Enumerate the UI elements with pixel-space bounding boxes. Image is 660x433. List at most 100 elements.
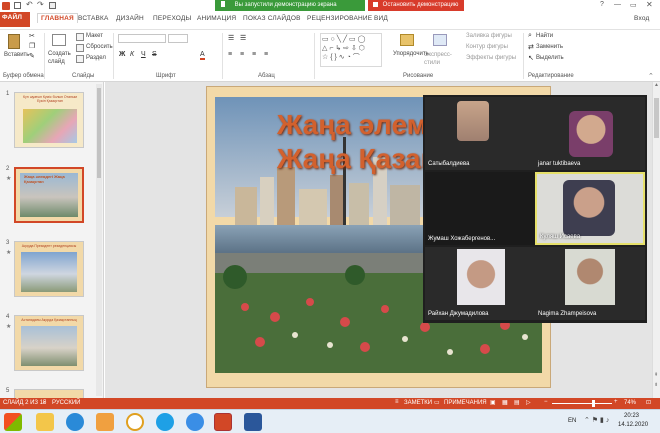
tab-animation[interactable]: АНИМАЦИЯ bbox=[197, 15, 236, 22]
new-slide-label[interactable]: Создать слайд bbox=[48, 50, 74, 66]
stop-share-button[interactable]: Остановить демонстрацию bbox=[368, 0, 464, 11]
new-slide-icon[interactable] bbox=[52, 34, 66, 46]
scroll-up-icon[interactable]: ▲ bbox=[654, 82, 659, 88]
copy-icon[interactable]: ❐ bbox=[29, 42, 35, 50]
zoom-slider-thumb[interactable] bbox=[592, 400, 595, 407]
strikethrough-icon[interactable]: S bbox=[152, 51, 157, 58]
format-painter-icon[interactable]: ✎ bbox=[29, 52, 35, 60]
fit-slide-icon[interactable]: ⊡ bbox=[646, 399, 651, 406]
cut-icon[interactable]: ✂ bbox=[29, 32, 35, 40]
app-icon[interactable] bbox=[126, 413, 144, 431]
next-slide-icon[interactable]: ⇟ bbox=[654, 382, 658, 388]
tab-review[interactable]: РЕЦЕНЗИРОВАНИЕ bbox=[307, 15, 372, 22]
paste-icon[interactable] bbox=[8, 34, 20, 49]
tab-view[interactable]: ВИД bbox=[374, 15, 388, 22]
skype-icon[interactable] bbox=[156, 413, 174, 431]
minimize-icon[interactable]: — bbox=[614, 1, 621, 8]
collapse-ribbon-icon[interactable]: ⌃ bbox=[648, 72, 654, 80]
paste-button-label[interactable]: Вставить bbox=[4, 52, 29, 58]
thumbnails-scrollbar[interactable] bbox=[96, 84, 102, 396]
quick-styles-icon[interactable] bbox=[433, 34, 447, 46]
find-button[interactable]: Найти bbox=[536, 33, 553, 39]
normal-view-icon[interactable]: ▣ bbox=[490, 399, 496, 406]
tab-transitions[interactable]: ПЕРЕХОДЫ bbox=[153, 15, 191, 22]
start-button-icon[interactable] bbox=[4, 413, 22, 431]
zoom-in-icon[interactable]: + bbox=[614, 399, 618, 405]
canvas-scrollbar-thumb[interactable] bbox=[654, 98, 659, 138]
scrollbar-thumb[interactable] bbox=[97, 88, 101, 178]
slideshow-view-icon[interactable]: ▷ bbox=[526, 399, 531, 406]
align-left-icon[interactable]: ≡ bbox=[228, 51, 232, 58]
canvas-scrollbar[interactable]: ▲ ⇞ ⇟ bbox=[652, 82, 660, 398]
file-explorer-icon[interactable] bbox=[36, 413, 54, 431]
align-right-icon[interactable]: ≡ bbox=[252, 51, 256, 58]
bold-icon[interactable]: Ж bbox=[119, 51, 125, 58]
font-size-input[interactable] bbox=[168, 34, 188, 43]
font-color-icon[interactable]: A bbox=[200, 51, 205, 60]
slideshow-start-icon[interactable] bbox=[49, 2, 56, 9]
undo-icon[interactable]: ↶ bbox=[26, 0, 33, 9]
sorter-view-icon[interactable]: ▦ bbox=[502, 399, 508, 406]
tab-home[interactable]: ГЛАВНАЯ bbox=[37, 13, 78, 23]
shapes-gallery[interactable]: ▭ ○ ╲ ╱ ▭ ◯ △ ⌐ ↳ ⇨ ⇩ ⬡ ☆ { } ∿ ◔ ⌒ bbox=[320, 33, 382, 67]
tab-slideshow[interactable]: ПОКАЗ СЛАЙДОВ bbox=[243, 15, 301, 22]
numbering-icon[interactable]: ☰ bbox=[240, 34, 246, 42]
slide-thumbnail-4[interactable]: Астанадағы Ақорда Қазақстанның bbox=[14, 315, 84, 371]
language-indicator[interactable]: РУССКИЙ bbox=[52, 400, 80, 406]
spellcheck-icon[interactable]: ✓ bbox=[42, 399, 47, 406]
slide-title-line-1: Жаңа әлемд bbox=[277, 109, 446, 140]
notes-button[interactable]: ЗАМЕТКИ bbox=[404, 400, 432, 406]
slide-thumbnail-1[interactable]: Күн шуағын Күміс болып Отаным Еркін Қаза… bbox=[14, 92, 84, 148]
quick-styles-label[interactable]: Экспресс-стили bbox=[424, 51, 454, 67]
layout-button[interactable]: Макет bbox=[86, 33, 103, 39]
save-icon[interactable] bbox=[14, 2, 21, 9]
select-button[interactable]: Выделить bbox=[536, 55, 564, 61]
slide-thumbnail-3[interactable]: Ақорда Президент резиденциясы bbox=[14, 241, 84, 297]
comments-button[interactable]: ПРИМЕЧАНИЯ bbox=[444, 400, 487, 406]
media-player-icon[interactable] bbox=[96, 413, 114, 431]
powerpoint-taskbar-icon[interactable] bbox=[214, 413, 232, 431]
close-icon[interactable]: ✕ bbox=[646, 0, 653, 9]
shape-effects-button[interactable]: Эффекты фигуры bbox=[466, 55, 516, 61]
participant-tile-2[interactable]: janar tuktibaeva bbox=[535, 97, 645, 170]
slide-thumbnail-2[interactable]: Жаңа әлемдегі Жаңа Қазақстан bbox=[14, 167, 84, 223]
justify-icon[interactable]: ≡ bbox=[264, 51, 268, 58]
prev-slide-icon[interactable]: ⇞ bbox=[654, 372, 658, 378]
tray-icons[interactable]: ⌃ ⚑ ▮ ♪ bbox=[584, 416, 609, 424]
tab-design[interactable]: ДИЗАЙН bbox=[116, 15, 144, 22]
zoom-slider[interactable] bbox=[552, 400, 612, 407]
participant-tile-4-active-speaker[interactable]: Куляш Исаева bbox=[535, 172, 645, 245]
zoom-app-icon[interactable] bbox=[186, 413, 204, 431]
slide-thumbnail-5[interactable] bbox=[14, 389, 84, 398]
bullets-icon[interactable]: ☰ bbox=[228, 34, 234, 42]
participant-tile-6[interactable]: Nagima Zhampeisova bbox=[535, 247, 645, 320]
keyboard-language[interactable]: EN bbox=[568, 418, 576, 424]
maximize-icon[interactable]: ▭ bbox=[630, 1, 637, 9]
underline-icon[interactable]: Ч bbox=[141, 51, 146, 58]
zoom-out-icon[interactable]: − bbox=[544, 399, 548, 405]
zoom-level[interactable]: 74% bbox=[624, 400, 636, 406]
tab-file[interactable]: ФАЙЛ bbox=[2, 14, 22, 21]
redo-icon[interactable]: ↷ bbox=[37, 0, 44, 9]
clock-time[interactable]: 20:23 bbox=[624, 413, 639, 419]
align-center-icon[interactable]: ≡ bbox=[240, 51, 244, 58]
tab-insert[interactable]: ВСТАВКА bbox=[78, 15, 109, 22]
group-label-slides: Слайды bbox=[72, 73, 95, 79]
internet-explorer-icon[interactable] bbox=[66, 413, 84, 431]
clock-date[interactable]: 14.12.2020 bbox=[618, 422, 648, 428]
participant-tile-3[interactable]: Жумаш Хожабергенов... bbox=[425, 172, 535, 245]
word-taskbar-icon[interactable] bbox=[244, 413, 262, 431]
italic-icon[interactable]: К bbox=[130, 51, 134, 58]
arrange-icon[interactable] bbox=[400, 34, 414, 46]
shape-outline-button[interactable]: Контур фигуры bbox=[466, 44, 508, 50]
reset-button[interactable]: Сбросить bbox=[86, 44, 113, 50]
font-name-input[interactable] bbox=[118, 34, 166, 43]
participant-tile-1[interactable]: Сатыбалдиева bbox=[425, 97, 535, 170]
replace-button[interactable]: Заменить bbox=[536, 44, 563, 50]
help-icon[interactable]: ? bbox=[600, 1, 604, 8]
shape-fill-button[interactable]: Заливка фигуры bbox=[466, 33, 512, 39]
reading-view-icon[interactable]: ▤ bbox=[514, 399, 520, 406]
section-button[interactable]: Раздел bbox=[86, 55, 106, 61]
signin-link[interactable]: Вход bbox=[634, 15, 650, 22]
participant-tile-5[interactable]: Райхан Джумадилова bbox=[425, 247, 535, 320]
